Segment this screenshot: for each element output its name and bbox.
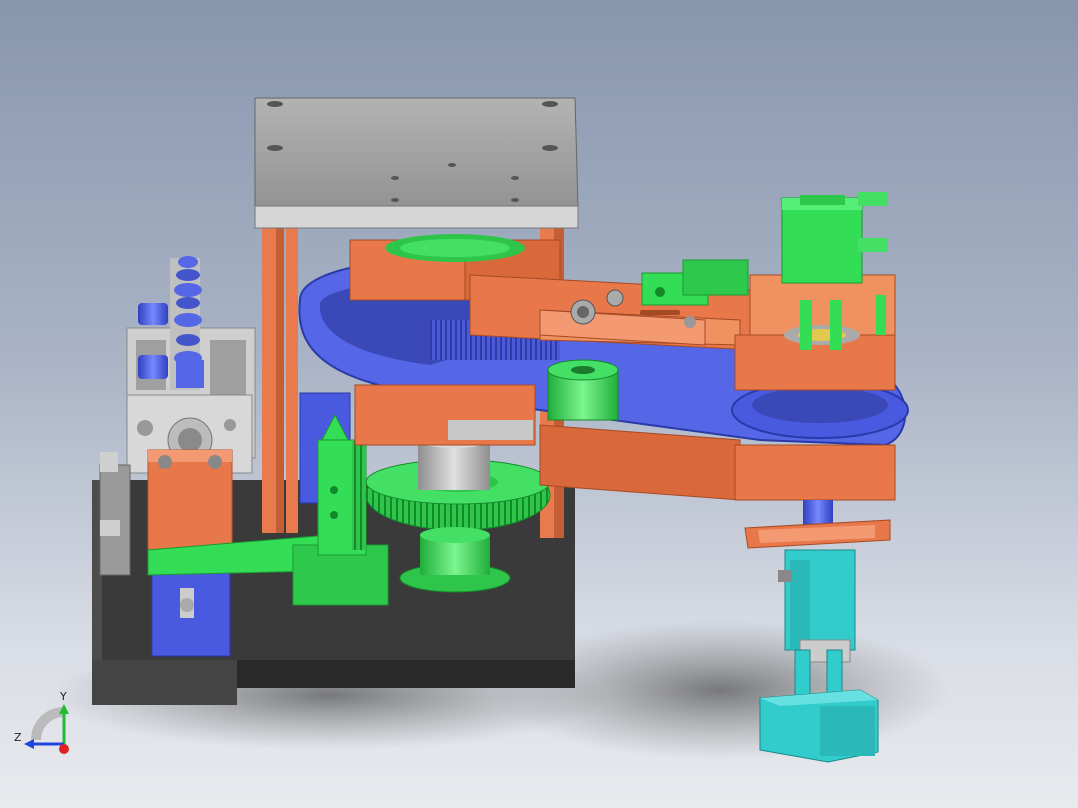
axis-triad[interactable] [24,704,69,754]
workpiece-block[interactable] [759,689,879,763]
green-bushing[interactable] [547,359,619,421]
blue-motor[interactable] [151,572,231,657]
axis-y-label: Y [60,690,67,703]
top-plate[interactable] [254,97,579,229]
orange-mount-block[interactable] [147,449,233,551]
tool-flange[interactable] [744,519,891,549]
orange-column-left[interactable] [262,228,284,533]
orange-column-mid[interactable] [286,228,298,533]
air-fitting-icon [138,256,204,390]
axis-z-label: Z [14,731,22,744]
scara-robot-model[interactable] [0,0,1078,808]
cad-viewport[interactable]: Y Z [0,0,1078,808]
